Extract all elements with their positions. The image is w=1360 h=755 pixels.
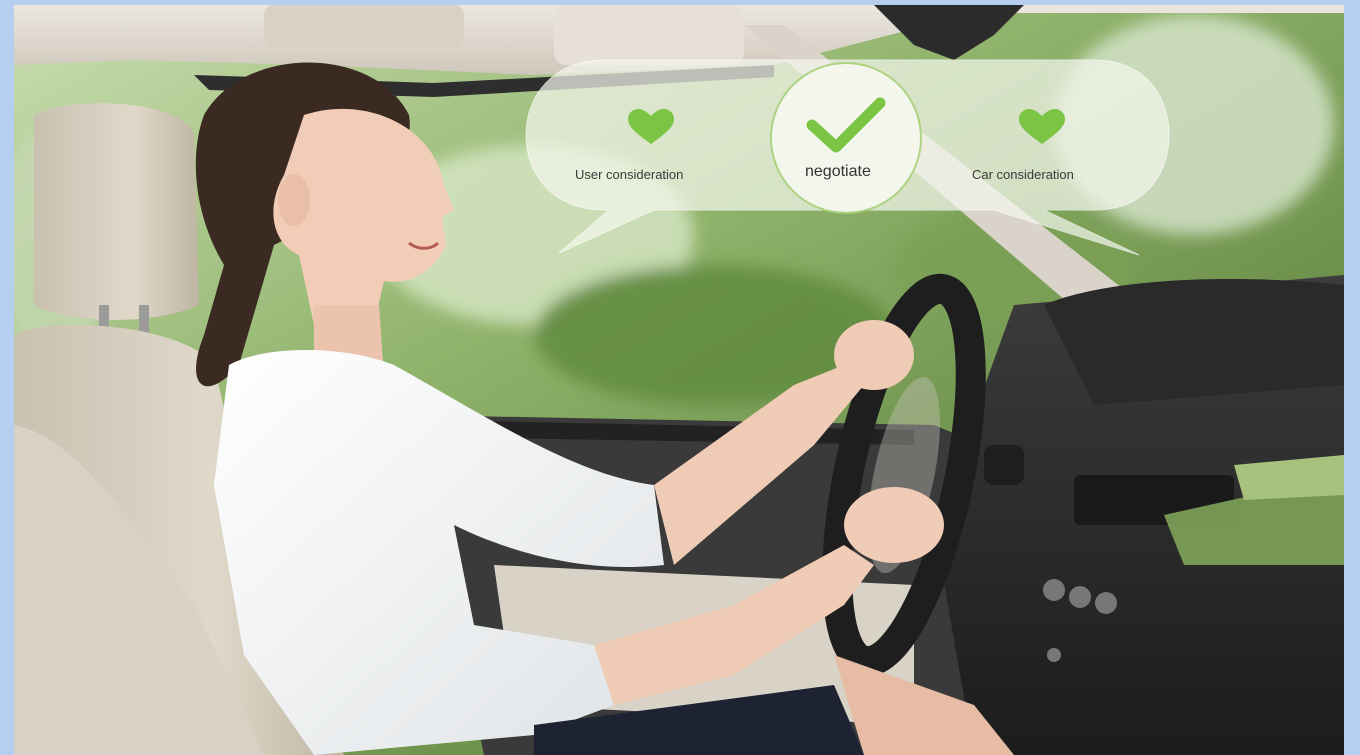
negotiate-label: negotiate — [805, 163, 871, 180]
car-consideration-label: Car consideration — [972, 167, 1074, 182]
photo-frame: User consideration negotiate Car conside… — [14, 5, 1344, 755]
speech-bubble: User consideration negotiate Car conside… — [14, 5, 1344, 755]
user-consideration-label: User consideration — [575, 167, 684, 182]
